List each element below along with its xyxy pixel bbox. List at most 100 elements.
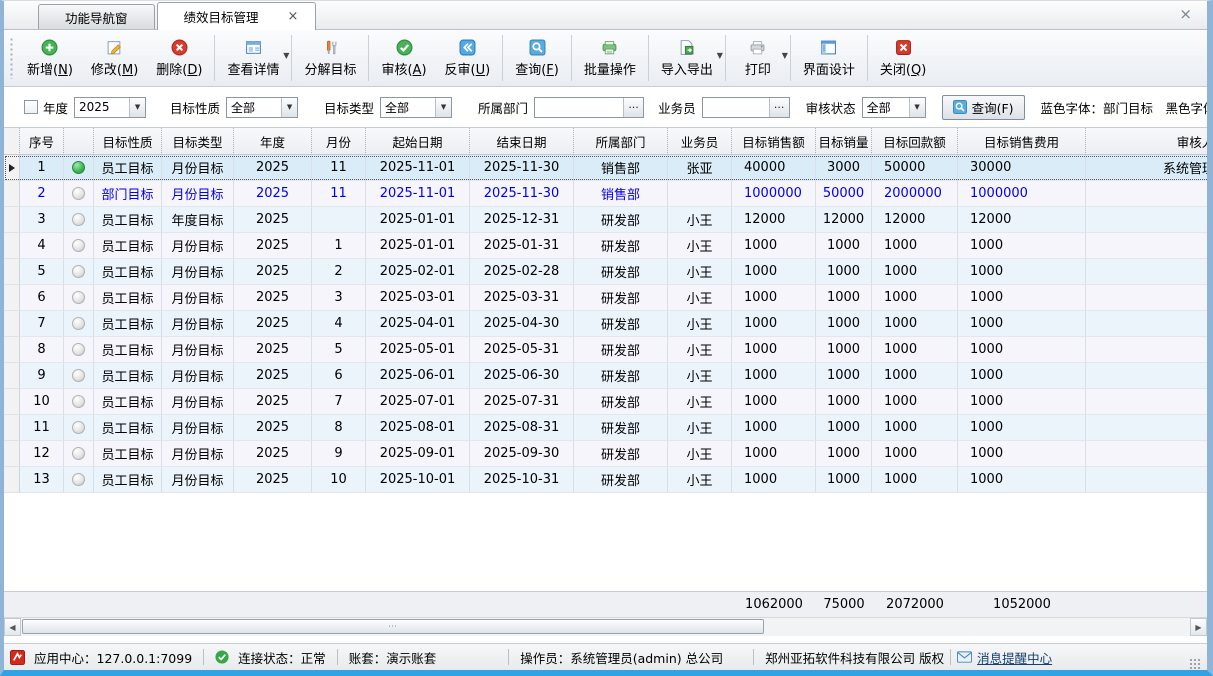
resize-grip[interactable] — [1188, 657, 1201, 670]
table-row[interactable]: 9员工目标月份目标202562025-06-012025-06-30研发部小王1… — [4, 363, 1207, 389]
window-close-icon[interactable]: × — [1174, 5, 1197, 24]
type-select[interactable]: 全部 ▼ — [380, 97, 452, 118]
row-selector[interactable] — [4, 285, 20, 311]
chevron-down-icon[interactable]: ▼ — [129, 98, 145, 117]
column-header-expense[interactable]: 目标销售费用 — [958, 128, 1086, 155]
table-row[interactable]: 1员工目标月份目标2025112025-11-012025-11-30销售部张亚… — [4, 155, 1207, 181]
column-header-start[interactable]: 起始日期 — [366, 128, 470, 155]
toolbar-button-import-export[interactable]: 导入导出▼ — [652, 35, 722, 81]
column-header-month[interactable]: 月份 — [312, 128, 366, 155]
connection-status: 连接状态：正常 — [215, 648, 326, 667]
year-select[interactable]: 2025 ▼ — [74, 97, 146, 118]
nature-select[interactable]: 全部 ▼ — [226, 97, 298, 118]
horizontal-scrollbar[interactable]: ◀ ⋯ ▶ — [4, 617, 1207, 636]
row-selector[interactable] — [4, 363, 20, 389]
chevron-down-icon[interactable]: ▼ — [909, 98, 925, 117]
table-row[interactable]: 2部门目标月份目标2025112025-11-012025-11-30销售部10… — [4, 181, 1207, 207]
message-center-link[interactable]: 消息提醒中心 — [957, 648, 1052, 667]
chevron-down-icon[interactable]: ▼ — [782, 51, 788, 60]
type-select-value: 全部 — [381, 99, 435, 116]
toolbar-button-audit[interactable]: 审核(A) — [372, 35, 435, 81]
cell-year: 2025 — [234, 259, 312, 285]
row-selector[interactable] — [4, 155, 20, 181]
toolbar-separator — [725, 35, 726, 81]
row-selector[interactable] — [4, 467, 20, 493]
ellipsis-lookup-icon[interactable]: ··· — [623, 98, 643, 117]
table-row[interactable]: 6员工目标月份目标202532025-03-012025-03-31研发部小王1… — [4, 285, 1207, 311]
toolbar-button-detail[interactable]: 查看详情▼ — [218, 35, 288, 81]
year-checkbox[interactable] — [24, 100, 38, 114]
table-row[interactable]: 8员工目标月份目标202552025-05-012025-05-31研发部小王1… — [4, 337, 1207, 363]
column-header-end[interactable]: 结束日期 — [470, 128, 574, 155]
query-button[interactable]: 查询(F) — [942, 95, 1025, 120]
table-row[interactable]: 12员工目标月份目标202592025-09-012025-09-30研发部小王… — [4, 441, 1207, 467]
column-header-type[interactable]: 目标类型 — [162, 128, 234, 155]
summary-row: 10620007500020720001052000 — [4, 591, 1207, 617]
toolbar-button-search[interactable]: 查询(F) — [506, 35, 568, 81]
toolbar-button-unaudit[interactable]: 反审(U) — [436, 35, 500, 81]
cell-end: 2025-05-31 — [470, 337, 574, 363]
year-label: 年度 — [43, 98, 68, 117]
row-selector[interactable] — [4, 311, 20, 337]
chevron-down-icon[interactable]: ▼ — [281, 98, 297, 117]
column-header-person[interactable]: 业务员 — [668, 128, 732, 155]
cell-person: 小王 — [668, 441, 732, 467]
row-selector[interactable] — [4, 441, 20, 467]
scrollbar-track[interactable]: ⋯ — [21, 618, 1190, 636]
chevron-down-icon[interactable]: ▼ — [283, 51, 289, 60]
scrollbar-thumb[interactable]: ⋯ — [22, 619, 764, 634]
toolbar-separator — [214, 35, 215, 81]
summary-person — [668, 592, 732, 617]
person-input[interactable]: ··· — [702, 97, 790, 118]
row-selector[interactable] — [4, 415, 20, 441]
toolbar-separator — [571, 35, 572, 81]
column-header-status[interactable] — [64, 128, 94, 155]
column-header-dept[interactable]: 所属部门 — [574, 128, 668, 155]
ellipsis-lookup-icon[interactable]: ··· — [769, 98, 789, 117]
toolbar-button-edit[interactable]: 修改(M) — [82, 35, 147, 81]
toolbar-button-add[interactable]: 新增(N) — [18, 35, 82, 81]
scroll-right-icon[interactable]: ▶ — [1190, 618, 1207, 636]
column-header-sales[interactable]: 目标销售额 — [732, 128, 816, 155]
scroll-left-icon[interactable]: ◀ — [4, 618, 21, 636]
column-header-seq[interactable]: 序号 — [20, 128, 64, 155]
toolbar-button-print[interactable]: 打印▼ — [729, 35, 787, 81]
table-row[interactable]: 5员工目标月份目标202522025-02-012025-02-28研发部小王1… — [4, 259, 1207, 285]
table-row[interactable]: 10员工目标月份目标202572025-07-012025-07-31研发部小王… — [4, 389, 1207, 415]
row-selector[interactable] — [4, 181, 20, 207]
audit-status-select[interactable]: 全部 ▼ — [862, 97, 926, 118]
tab-function-nav[interactable]: 功能导航窗 — [38, 4, 155, 29]
row-selector[interactable] — [4, 233, 20, 259]
chevron-down-icon[interactable]: ▼ — [717, 51, 723, 60]
cell-type: 月份目标 — [162, 285, 234, 311]
column-header-qty[interactable]: 目标销量 — [816, 128, 872, 155]
toolbar-button-tools[interactable]: 分解目标 — [295, 35, 365, 81]
table-row[interactable]: 13员工目标月份目标2025102025-10-012025-10-31研发部小… — [4, 467, 1207, 493]
table-row[interactable]: 3员工目标年度目标20252025-01-012025-12-31研发部小王12… — [4, 207, 1207, 233]
cell-seq: 10 — [20, 389, 64, 415]
table-row[interactable]: 7员工目标月份目标202542025-04-012025-04-30研发部小王1… — [4, 311, 1207, 337]
column-header-payment[interactable]: 目标回款额 — [872, 128, 958, 155]
table-row[interactable]: 11员工目标月份目标202582025-08-012025-08-31研发部小王… — [4, 415, 1207, 441]
cell-month: 6 — [312, 363, 366, 389]
toolbar-button-delete[interactable]: 删除(D) — [147, 35, 211, 81]
column-header-nature[interactable]: 目标性质 — [94, 128, 162, 155]
table-row[interactable]: 4员工目标月份目标202512025-01-012025-01-31研发部小王1… — [4, 233, 1207, 259]
column-header-year[interactable]: 年度 — [234, 128, 312, 155]
toolbar-button-design[interactable]: 界面设计 — [794, 35, 864, 81]
dept-input[interactable]: ··· — [534, 97, 644, 118]
toolbar-button-batch[interactable]: 批量操作 — [575, 35, 645, 81]
row-selector[interactable] — [4, 389, 20, 415]
toolbar-button-close[interactable]: 关闭(Q) — [871, 35, 935, 81]
row-selector[interactable] — [4, 337, 20, 363]
nature-label: 目标性质 — [170, 98, 220, 117]
tab-close-icon[interactable]: × — [285, 10, 302, 23]
tab-performance-target[interactable]: 绩效目标管理 × — [157, 2, 317, 30]
row-selector[interactable] — [4, 207, 20, 233]
chevron-down-icon[interactable]: ▼ — [435, 98, 451, 117]
cell-person: 小王 — [668, 259, 732, 285]
cell-start: 2025-10-01 — [366, 467, 470, 493]
row-selector[interactable] — [4, 259, 20, 285]
column-header-auditor[interactable]: 审核人 — [1086, 128, 1207, 155]
cell-expense: 1000 — [958, 363, 1086, 389]
